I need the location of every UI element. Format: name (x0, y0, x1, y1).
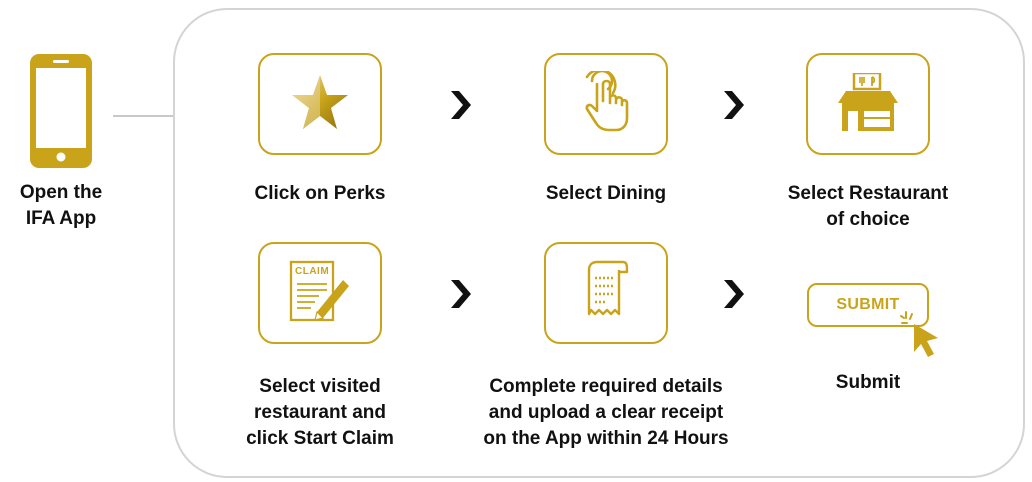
step-perks-box (258, 53, 382, 155)
claim-form-icon: CLAIM (289, 260, 351, 326)
step-dining-label: Select Dining (545, 183, 667, 204)
step-restaurant-box (806, 53, 930, 155)
cursor-icon (900, 310, 944, 363)
step-claim-box: CLAIM (258, 242, 382, 344)
chevron-right-icon (722, 280, 744, 308)
step-receipt-box (544, 242, 668, 344)
star-icon (290, 73, 350, 136)
step-dining-box (544, 53, 668, 155)
touch-hand-icon (578, 67, 634, 138)
chevron-right-icon (449, 91, 471, 119)
chevron-right-icon (722, 91, 744, 119)
step-claim-label: Select visited restaurant and click Star… (246, 376, 394, 449)
step-receipt-label: Complete required details and upload a c… (483, 376, 729, 449)
connector-line (113, 115, 173, 117)
receipt-icon (583, 260, 629, 327)
step-restaurant-label: Select Restaurant of choice (787, 183, 949, 230)
step-perks-label: Click on Perks (254, 183, 386, 204)
submit-button-text: SUBMIT (836, 296, 900, 313)
chevron-right-icon (449, 280, 471, 308)
claim-icon-text: CLAIM (295, 266, 330, 277)
smartphone-icon (30, 54, 92, 173)
step-submit-label: Submit (835, 372, 901, 393)
restaurant-icon (836, 71, 900, 136)
